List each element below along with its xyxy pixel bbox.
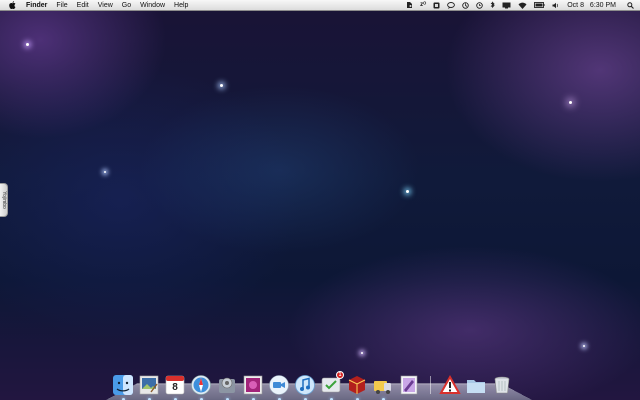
star	[361, 352, 363, 354]
star	[26, 43, 29, 46]
ical-icon[interactable]: 8	[164, 374, 186, 400]
menu-view[interactable]: View	[98, 0, 113, 11]
safari-icon[interactable]	[190, 374, 212, 400]
transmit-icon[interactable]	[372, 374, 394, 400]
clock-date: Oct 8	[567, 1, 584, 9]
dropbox-icon[interactable]	[433, 0, 440, 11]
photo-booth-icon[interactable]	[242, 374, 264, 400]
notification-badge: 1	[336, 371, 344, 379]
sync-icon[interactable]	[462, 0, 469, 11]
time-machine-icon[interactable]	[476, 0, 483, 11]
yojimbo-side-tab[interactable]: Yojimbo	[0, 183, 8, 217]
apple-icon[interactable]	[8, 1, 16, 9]
side-tab-label: Yojimbo	[0, 191, 7, 209]
chat-icon[interactable]	[447, 0, 456, 11]
menu-help[interactable]: Help	[174, 0, 188, 11]
package-icon[interactable]	[346, 374, 368, 400]
warning-icon[interactable]	[439, 374, 461, 396]
menu-window[interactable]: Window	[140, 0, 165, 11]
desktop[interactable]: Finder File Edit View Go Window Help zᴼ	[0, 0, 640, 400]
star	[406, 190, 409, 193]
display-icon[interactable]	[502, 0, 511, 11]
volume-icon[interactable]	[552, 0, 559, 11]
folder-icon[interactable]	[465, 374, 487, 396]
star	[583, 345, 585, 347]
app-store-icon[interactable]: 1	[320, 371, 344, 400]
menu-edit[interactable]: Edit	[77, 0, 89, 11]
itunes-icon[interactable]	[294, 374, 316, 400]
finder-icon[interactable]	[112, 374, 134, 400]
star	[220, 84, 223, 87]
battery-icon[interactable]	[534, 0, 545, 11]
star	[569, 101, 572, 104]
ical-date: 8	[172, 382, 178, 393]
pages-icon[interactable]	[398, 374, 420, 396]
sleep-icon[interactable]: zᴼ	[420, 0, 426, 11]
trash-icon[interactable]	[491, 374, 513, 396]
preview-icon[interactable]	[138, 374, 160, 400]
status-area: zᴼ Oct 8 6:30 PM	[399, 0, 640, 11]
sleep-text: zᴼ	[420, 2, 427, 8]
facetime-icon[interactable]	[268, 374, 290, 400]
menu-file[interactable]: File	[56, 0, 67, 11]
wifi-icon[interactable]	[518, 0, 527, 11]
menubar-clock[interactable]: Oct 8 6:30 PM	[567, 2, 620, 9]
clock-time: 6:30 PM	[589, 1, 616, 9]
dock-separator	[430, 376, 431, 394]
evernote-icon[interactable]	[406, 0, 413, 11]
menu-bar: Finder File Edit View Go Window Help zᴼ	[0, 0, 640, 11]
menu-go[interactable]: Go	[122, 0, 131, 11]
search-icon[interactable]	[627, 0, 634, 11]
dock: 8 1	[112, 366, 528, 400]
bluetooth-icon[interactable]	[490, 0, 495, 11]
star	[104, 171, 106, 173]
system-preferences-icon[interactable]	[216, 374, 238, 400]
app-menu-finder[interactable]: Finder	[26, 0, 47, 11]
